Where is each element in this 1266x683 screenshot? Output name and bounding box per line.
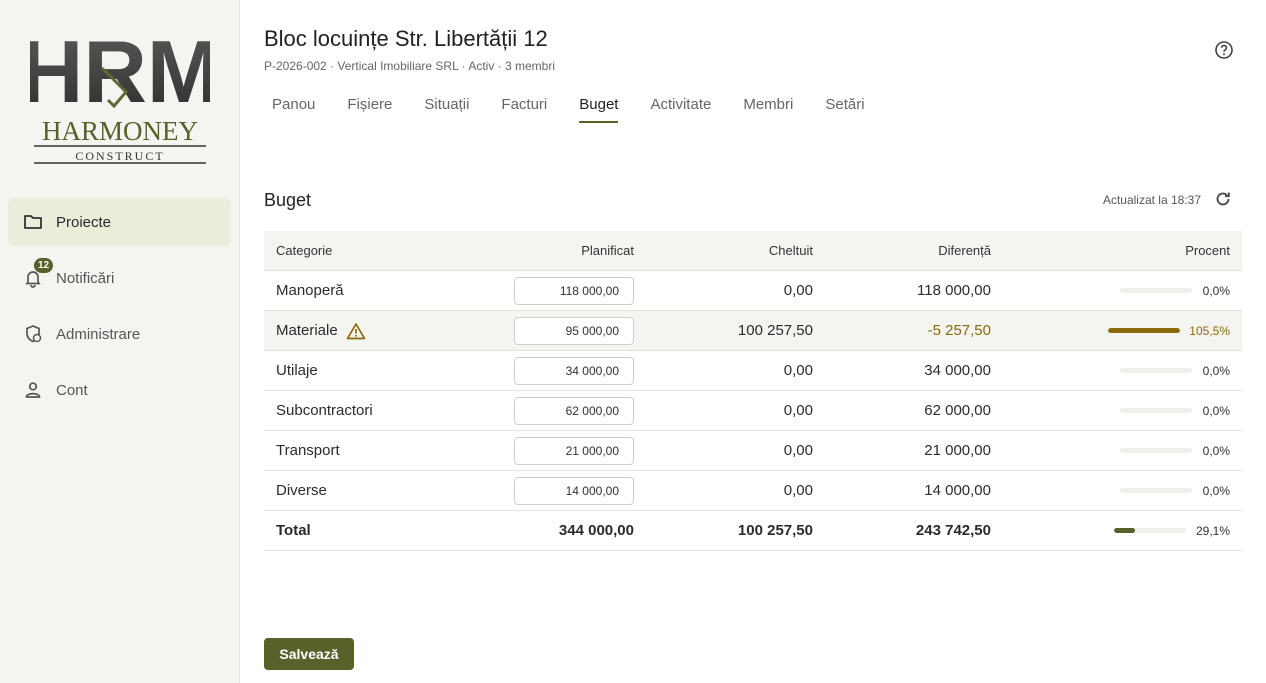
header-diff: Diferență (938, 243, 991, 258)
percent-bar (1120, 448, 1192, 453)
row-spent: 0,00 (783, 442, 813, 459)
percent-bar (1114, 528, 1186, 533)
budget-table: Categorie Planificat Cheltuit Diferență … (264, 231, 1242, 551)
table-row: Subcontractori 62 000,00 0,00 62 000,00 … (264, 391, 1242, 431)
row-category: Manoperă (276, 282, 344, 299)
row-percent: 0,0% (1202, 363, 1230, 378)
harmoney-logo: HRM HARMONEY CONSTRUCT (30, 28, 210, 164)
row-category: Transport (276, 442, 340, 459)
tab-panou[interactable]: Panou (272, 96, 315, 121)
percent-bar (1120, 488, 1192, 493)
row-spent: 0,00 (783, 402, 813, 419)
row-spent: 0,00 (783, 282, 813, 299)
sidebar-item-administrare[interactable]: Administrare (8, 310, 231, 358)
table-row: Manoperă 118 000,00 0,00 118 000,00 0,0% (264, 271, 1242, 311)
row-diff: 21 000,00 (924, 442, 991, 459)
tab-fisiere[interactable]: Fișiere (347, 96, 392, 121)
header-category: Categorie (276, 243, 333, 258)
percent-bar (1120, 288, 1192, 293)
row-diff: 14 000,00 (924, 482, 991, 499)
planned-input[interactable]: 118 000,00 (514, 276, 634, 305)
row-category: Diverse (276, 482, 327, 499)
row-diff: 62 000,00 (924, 402, 991, 419)
tab-activitate[interactable]: Activitate (650, 96, 711, 121)
percent-bar-fill (1114, 528, 1135, 533)
tab-membri[interactable]: Membri (743, 96, 793, 121)
percent-bar (1120, 408, 1192, 413)
tab-facturi[interactable]: Facturi (501, 96, 547, 121)
row-category: Subcontractori (276, 402, 373, 419)
project-tabs: Panou Fișiere Situații Facturi Buget Act… (272, 96, 897, 123)
admin-shield-icon (22, 323, 44, 345)
row-diff: -5 257,50 (927, 322, 991, 339)
sidebar-item-label: Notificări (56, 269, 115, 287)
refresh-icon[interactable] (1214, 190, 1232, 208)
person-icon (22, 379, 44, 401)
svg-text:CONSTRUCT: CONSTRUCT (75, 149, 164, 163)
sidebar-item-proiecte[interactable]: Proiecte (8, 198, 231, 246)
row-spent: 100 257,50 (737, 322, 813, 339)
header-spent: Cheltuit (768, 243, 813, 258)
sidebar-item-label: Proiecte (56, 213, 112, 231)
table-header: Categorie Planificat Cheltuit Diferență … (264, 231, 1242, 271)
tab-buget[interactable]: Buget (579, 96, 619, 123)
row-category: Materiale (276, 322, 338, 339)
sidebar-nav: Proiecte 12 Notificări Administrare Cont (8, 198, 231, 422)
table-row: Utilaje 34 000,00 0,00 34 000,00 0,0% (264, 351, 1242, 391)
tab-setari[interactable]: Setări (825, 96, 864, 121)
header-planned: Planificat (581, 243, 634, 258)
planned-input[interactable]: 95 000,00 (514, 316, 634, 345)
updated-timestamp: Actualizat la 18:37 (1102, 193, 1201, 207)
total-percent: 29,1% (1195, 523, 1230, 538)
sidebar: HRM HARMONEY CONSTRUCT Proiecte 12 Notif… (0, 0, 240, 683)
total-spent: 100 257,50 (737, 522, 813, 539)
warning-icon (346, 322, 366, 339)
notification-badge: 12 (34, 258, 54, 273)
planned-input[interactable]: 34 000,00 (514, 356, 634, 385)
row-diff: 34 000,00 (924, 362, 991, 379)
save-button[interactable]: Salvează (264, 638, 354, 670)
sidebar-item-label: Administrare (56, 325, 141, 343)
row-percent: 0,0% (1202, 443, 1230, 458)
planned-input[interactable]: 62 000,00 (514, 396, 634, 425)
total-label: Total (276, 522, 311, 539)
row-percent: 0,0% (1202, 283, 1230, 298)
sidebar-item-cont[interactable]: Cont (8, 366, 231, 414)
header-percent: Procent (1185, 243, 1230, 258)
section-title: Buget (264, 190, 312, 210)
bell-icon: 12 (22, 258, 54, 289)
row-category: Utilaje (276, 362, 318, 379)
tab-situatii[interactable]: Situații (424, 96, 469, 121)
row-percent: 0,0% (1202, 403, 1230, 418)
table-row: Diverse 14 000,00 0,00 14 000,00 0,0% (264, 471, 1242, 511)
total-planned: 344 000,00 (558, 522, 634, 539)
planned-input[interactable]: 14 000,00 (514, 476, 634, 505)
percent-bar (1120, 368, 1192, 373)
help-icon[interactable] (1214, 40, 1234, 60)
percent-bar (1108, 328, 1180, 333)
project-subtitle: P-2026-002 · Vertical Imobiliare SRL · A… (264, 59, 555, 73)
svg-text:HRM: HRM (30, 28, 210, 121)
sidebar-item-label: Cont (56, 381, 88, 399)
main-content: Bloc locuințe Str. Libertății 12 P-2026-… (240, 0, 1266, 683)
page-title: Bloc locuințe Str. Libertății 12 (264, 26, 548, 51)
table-row: Transport 21 000,00 0,00 21 000,00 0,0% (264, 431, 1242, 471)
sidebar-item-notificari[interactable]: 12 Notificări (8, 254, 231, 302)
percent-bar-fill (1108, 328, 1180, 333)
planned-input[interactable]: 21 000,00 (514, 436, 634, 465)
row-spent: 0,00 (783, 362, 813, 379)
row-spent: 0,00 (783, 482, 813, 499)
svg-text:HARMONEY: HARMONEY (42, 116, 198, 146)
row-percent: 105,5% (1189, 323, 1230, 338)
table-row: Materiale 95 000,00 100 257,50 -5 257,50… (264, 311, 1242, 351)
total-diff: 243 742,50 (915, 522, 991, 539)
row-percent: 0,0% (1202, 483, 1230, 498)
folder-icon (22, 211, 44, 233)
total-row: Total 344 000,00 100 257,50 243 742,50 2… (264, 511, 1242, 551)
row-diff: 118 000,00 (917, 282, 991, 299)
